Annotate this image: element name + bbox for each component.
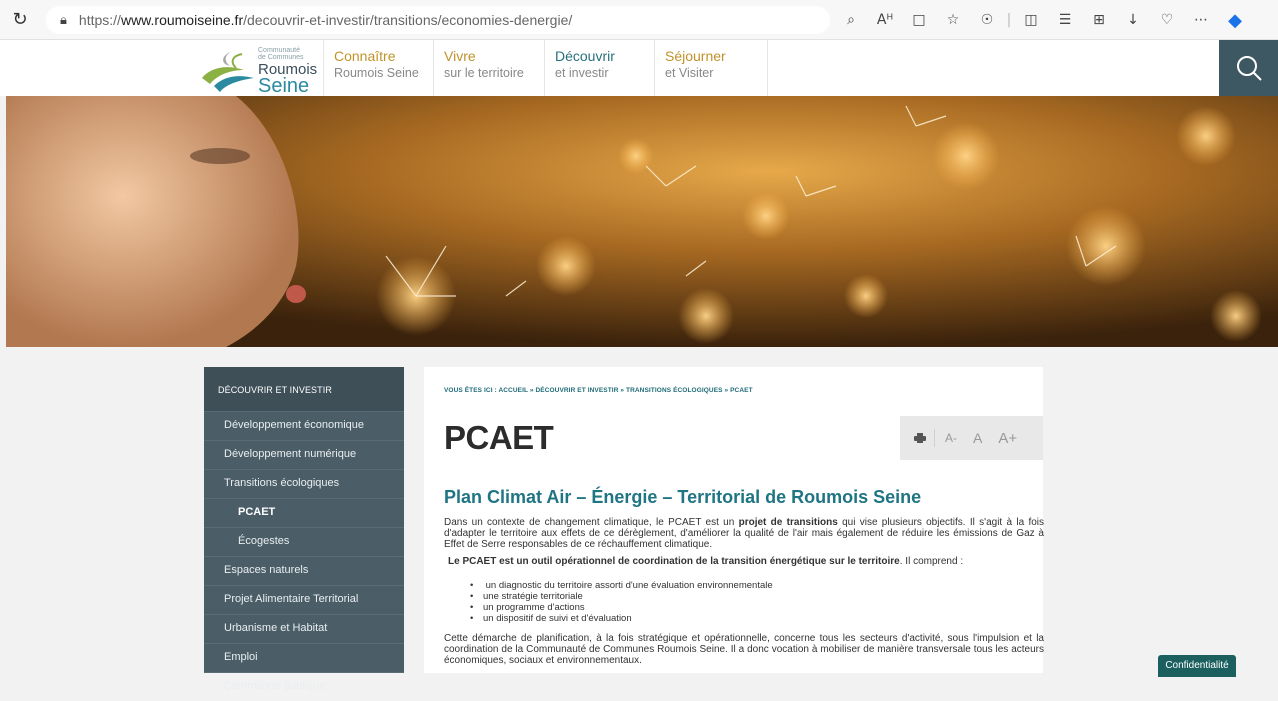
more-icon[interactable]: ⋯ xyxy=(1184,12,1218,28)
article-bullet-list: un diagnostic du territoire assorti d'un… xyxy=(470,580,773,624)
logo-swirl-icon xyxy=(202,50,254,92)
p2-bold: Le PCAET est un outil opérationnel de co… xyxy=(448,556,900,567)
site-logo[interactable]: Communauté de Communes Roumois Seine xyxy=(196,44,320,97)
search-icon xyxy=(1236,56,1262,81)
split-screen-icon[interactable]: ◫ xyxy=(1014,12,1048,28)
address-bar[interactable]: 🔒︎ https://www.roumoiseine.fr/decouvrir-… xyxy=(46,6,830,34)
article-paragraph-1: Dans un contexte de changement climatiqu… xyxy=(444,517,1044,550)
site-search-button[interactable] xyxy=(1219,40,1278,96)
hero-illustration xyxy=(6,96,1278,347)
sidebar-item-transitions-ecologiques[interactable]: Transitions écologiques xyxy=(204,469,404,498)
breadcrumb-decouvrir[interactable]: DÉCOUVRIR ET INVESTIR xyxy=(535,387,618,394)
logo-line1: Communauté xyxy=(258,47,301,54)
nav-vivre[interactable]: Vivre sur le territoire xyxy=(433,40,543,96)
zoom-icon[interactable]: ⌕ xyxy=(834,12,868,28)
font-normal-button[interactable]: A xyxy=(973,430,982,446)
browser-toolbar: ↻ 🔒︎ https://www.roumoiseine.fr/decouvri… xyxy=(0,0,1278,40)
tools-divider xyxy=(934,429,935,447)
sidebar-item-projet-alimentaire[interactable]: Projet Alimentaire Territorial xyxy=(204,585,404,614)
sidebar-item-developpement-numerique[interactable]: Développement numérique xyxy=(204,440,404,469)
extensions-icon[interactable]: ☉ xyxy=(970,12,1004,28)
sidebar-item-commande-publique[interactable]: Commande publique xyxy=(204,672,404,701)
print-icon[interactable] xyxy=(914,433,926,443)
browser-tools: ⌕ Aᴴ □ ☆ ☉ | ◫ ☰ ⊞ ↓ ♡ ⋯ ◆ xyxy=(834,0,1252,40)
breadcrumb-separator: » xyxy=(620,387,625,394)
nav-sub-label: et investir xyxy=(555,66,609,80)
site-header: Communauté de Communes Roumois Seine Con… xyxy=(0,40,1278,96)
nav-sub-label: Roumois Seine xyxy=(334,66,419,80)
article-paragraph-2: Le PCAET est un outil opérationnel de co… xyxy=(444,556,1044,567)
nav-main-label: Découvrir xyxy=(555,48,615,64)
main-content: VOUS ÊTES ICI : ACCUEIL » DÉCOUVRIR ET I… xyxy=(424,367,1044,673)
p2-rest: . Il comprend : xyxy=(899,556,964,567)
page-tools: A- A A+ xyxy=(900,416,1043,460)
performance-icon[interactable]: ♡ xyxy=(1150,12,1184,28)
nav-main-label: Connaître xyxy=(334,48,396,64)
nav-sejourner[interactable]: Séjourner et Visiter xyxy=(654,40,768,96)
sidebar-item-espaces-naturels[interactable]: Espaces naturels xyxy=(204,556,404,585)
nav-decouvrir[interactable]: Découvrir et investir xyxy=(544,40,654,96)
read-aloud-icon[interactable]: Aᴴ xyxy=(868,12,902,28)
toolbar-divider: | xyxy=(1006,12,1012,28)
collections-icon[interactable]: ⊞ xyxy=(1082,12,1116,28)
nav-connaitre[interactable]: Connaître Roumois Seine xyxy=(323,40,433,96)
breadcrumb: VOUS ÊTES ICI : ACCUEIL » DÉCOUVRIR ET I… xyxy=(444,387,753,394)
list-item: une stratégie territoriale xyxy=(470,591,773,602)
breadcrumb-prefix: VOUS ÊTES ICI : xyxy=(444,387,497,394)
sidebar-item-urbanisme[interactable]: Urbanisme et Habitat xyxy=(204,614,404,643)
font-increase-button[interactable]: A+ xyxy=(998,430,1017,447)
download-icon[interactable]: ↓ xyxy=(1116,12,1150,28)
nav-sub-label: sur le territoire xyxy=(444,66,524,80)
p1-bold: projet de transitions xyxy=(738,517,838,528)
url-prefix: https:// xyxy=(78,12,121,28)
breadcrumb-home[interactable]: ACCUEIL xyxy=(498,387,527,394)
article-paragraph-3: Cette démarche de planification, à la fo… xyxy=(444,633,1044,666)
immersive-reader-icon[interactable]: □ xyxy=(902,12,936,28)
page-title: PCAET xyxy=(444,419,554,456)
sidebar-item-emploi[interactable]: Emploi xyxy=(204,643,404,672)
nav-main-label: Séjourner xyxy=(665,48,726,64)
privacy-button[interactable]: Confidentialité xyxy=(1158,655,1236,677)
breadcrumb-transitions[interactable]: TRANSITIONS ÉCOLOGIQUES xyxy=(626,387,723,394)
refresh-icon[interactable]: ↻ xyxy=(0,0,40,40)
nav-main-label: Vivre xyxy=(444,48,476,64)
sidebar-item-ecogestes[interactable]: Écogestes xyxy=(204,527,404,556)
sidebar-item-pcaet[interactable]: PCAET xyxy=(204,498,404,527)
favorites-list-icon[interactable]: ☰ xyxy=(1048,12,1082,28)
breadcrumb-current: PCAET xyxy=(730,387,753,394)
font-decrease-button[interactable]: A- xyxy=(945,431,957,445)
url-path: /decouvrir-et-investir/transitions/econo… xyxy=(243,12,573,28)
logo-name2: Seine xyxy=(258,75,310,97)
copilot-icon[interactable]: ◆ xyxy=(1218,10,1252,31)
section-sidebar: DÉCOUVRIR ET INVESTIR Développement écon… xyxy=(204,367,404,692)
article-heading: Plan Climat Air – Énergie – Territorial … xyxy=(444,487,922,507)
logo-line2: de Communes xyxy=(258,54,304,61)
breadcrumb-separator: » xyxy=(724,387,729,394)
list-item: un dispositif de suivi et d'évaluation xyxy=(470,613,773,624)
hero-image xyxy=(6,96,1278,347)
breadcrumb-separator: » xyxy=(529,387,534,394)
url-host: www.roumoiseine.fr xyxy=(120,12,244,28)
list-item: un programme d'actions xyxy=(470,602,773,613)
sidebar-heading: DÉCOUVRIR ET INVESTIR xyxy=(204,367,404,411)
logo-small-text: Communauté de Communes xyxy=(258,47,320,61)
list-item: un diagnostic du territoire assorti d'un… xyxy=(470,580,773,591)
nav-sub-label: et Visiter xyxy=(665,66,714,80)
p1-text-a: Dans un contexte de changement climatiqu… xyxy=(444,517,739,528)
sidebar-item-developpement-economique[interactable]: Développement économique xyxy=(204,411,404,440)
lock-icon[interactable]: 🔒︎ xyxy=(60,13,67,28)
favorite-icon[interactable]: ☆ xyxy=(936,12,970,28)
